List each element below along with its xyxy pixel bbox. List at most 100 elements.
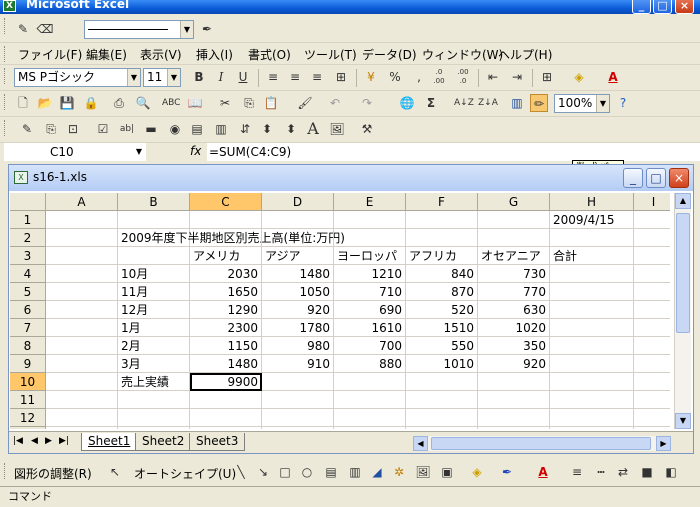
align-center-icon[interactable]: ≡ [286,68,304,86]
tools-icon[interactable]: ⚒ [358,120,376,138]
cell-e2[interactable] [334,229,406,247]
cell-i10[interactable] [634,373,670,391]
textbox-icon[interactable]: ▤ [322,463,340,481]
toolbar-grip[interactable] [4,68,7,84]
cell-a8[interactable] [46,337,118,355]
diagram-icon[interactable]: ✲ [390,463,408,481]
cell-g13[interactable] [478,427,550,429]
cell-f10[interactable] [406,373,478,391]
cell-c2[interactable] [190,229,262,247]
scroll-right-icon[interactable]: ▶ [656,436,671,451]
cell-h12[interactable] [550,409,634,427]
3d-icon[interactable]: ◧ [662,463,680,481]
textbox-tool-icon[interactable]: ab| [118,120,136,138]
cell-f1[interactable] [406,211,478,229]
cell-i2[interactable] [634,229,670,247]
column-header-a[interactable]: A [46,193,118,211]
column-header-c[interactable]: C [190,193,262,211]
workbook-minimize-button[interactable]: _ [623,168,643,188]
cell-h7[interactable] [550,319,634,337]
menu-tools[interactable]: ツール(T) [304,46,357,63]
wordart-insert-icon[interactable]: ◢ [368,463,386,481]
cell-i3[interactable] [634,247,670,265]
next-sheet-icon[interactable]: ▶ [45,436,52,446]
vertical-scrollbar[interactable]: ▲ ▼ [674,193,691,429]
menu-window[interactable]: ウィンドウ(W) [422,46,503,63]
fill-color-icon[interactable]: ◈ [570,68,588,86]
prev-sheet-icon[interactable]: ◀ [31,436,38,446]
row-header-5[interactable]: 5 [10,283,46,301]
cell-c8[interactable]: 1150 [190,337,262,355]
autosum-button[interactable]: Σ [422,94,440,112]
workbook-close-button[interactable]: × [669,168,689,188]
cell-a1[interactable] [46,211,118,229]
cell-g12[interactable] [478,409,550,427]
cell-g4[interactable]: 730 [478,265,550,283]
menu-help[interactable]: ヘルプ(H) [498,46,552,63]
cell-g8[interactable]: 350 [478,337,550,355]
save-icon[interactable]: 💾 [58,94,76,112]
edit-box-icon[interactable]: ⎘ [42,120,60,138]
cell-c13[interactable] [190,427,262,429]
cell-a5[interactable] [46,283,118,301]
cell-f12[interactable] [406,409,478,427]
merge-center-icon[interactable]: ⊞ [332,68,350,86]
cell-i11[interactable] [634,391,670,409]
cell-i13[interactable] [634,427,670,429]
cell-e3[interactable]: ヨーロッパ [334,247,406,265]
chart-wizard-icon[interactable]: ▥ [508,94,526,112]
cell-d6[interactable]: 920 [262,301,334,319]
checkbox-tool-icon[interactable]: ☑ [94,120,112,138]
cell-b5[interactable]: 11月 [118,283,190,301]
scroll-down-icon[interactable]: ▼ [675,413,691,429]
cell-e8[interactable]: 700 [334,337,406,355]
cell-f5[interactable]: 870 [406,283,478,301]
row-header-3[interactable]: 3 [10,247,46,265]
toolbar-grip[interactable] [4,94,7,110]
cell-h1[interactable]: 2009/4/15 [550,211,634,229]
cell-d1[interactable] [262,211,334,229]
row-header-11[interactable]: 11 [10,391,46,409]
cell-d8[interactable]: 980 [262,337,334,355]
button-tool-icon[interactable]: ▬ [142,120,160,138]
cell-c5[interactable]: 1650 [190,283,262,301]
cell-e12[interactable] [334,409,406,427]
sheet-tab-2[interactable]: Sheet2 [135,433,192,451]
cell-a4[interactable] [46,265,118,283]
last-sheet-icon[interactable]: ▶| [59,436,69,446]
dash-style-icon[interactable]: ┅ [592,463,610,481]
line-color-icon[interactable]: ✒ [198,20,216,38]
cell-b9[interactable]: 3月 [118,355,190,373]
cell-f13[interactable] [406,427,478,429]
row-header-12[interactable]: 12 [10,409,46,427]
cell-b4[interactable]: 10月 [118,265,190,283]
cell-i8[interactable] [634,337,670,355]
toolbar-grip[interactable] [4,120,7,136]
borders-icon[interactable]: ⊞ [538,68,556,86]
decrease-decimal-button[interactable]: .00 .0 [454,68,472,86]
cell-g10[interactable] [478,373,550,391]
cell-f7[interactable]: 1510 [406,319,478,337]
cell-d5[interactable]: 1050 [262,283,334,301]
redo-icon[interactable]: ↷ [358,94,376,112]
sort-descending-icon[interactable]: Z↓A [478,94,498,112]
cell-d12[interactable] [262,409,334,427]
cell-a6[interactable] [46,301,118,319]
cell-g3[interactable]: オセアニア [478,247,550,265]
cell-a2[interactable] [46,229,118,247]
cell-b10[interactable]: 売上実績 [118,373,190,391]
image-tool-icon[interactable]: 🖼 [328,120,346,138]
cell-e1[interactable] [334,211,406,229]
cell-a3[interactable] [46,247,118,265]
cell-h10[interactable] [550,373,634,391]
formula-input[interactable]: =SUM(C4:C9) [207,143,700,161]
menu-file[interactable]: ファイル(F) [18,46,82,63]
cell-h8[interactable] [550,337,634,355]
cell-c3[interactable]: アメリカ [190,247,262,265]
cell-h5[interactable] [550,283,634,301]
row-header-7[interactable]: 7 [10,319,46,337]
cell-a10[interactable] [46,373,118,391]
cell-c6[interactable]: 1290 [190,301,262,319]
align-right-icon[interactable]: ≡ [308,68,326,86]
fill-color-icon[interactable]: ◈ [468,463,486,481]
